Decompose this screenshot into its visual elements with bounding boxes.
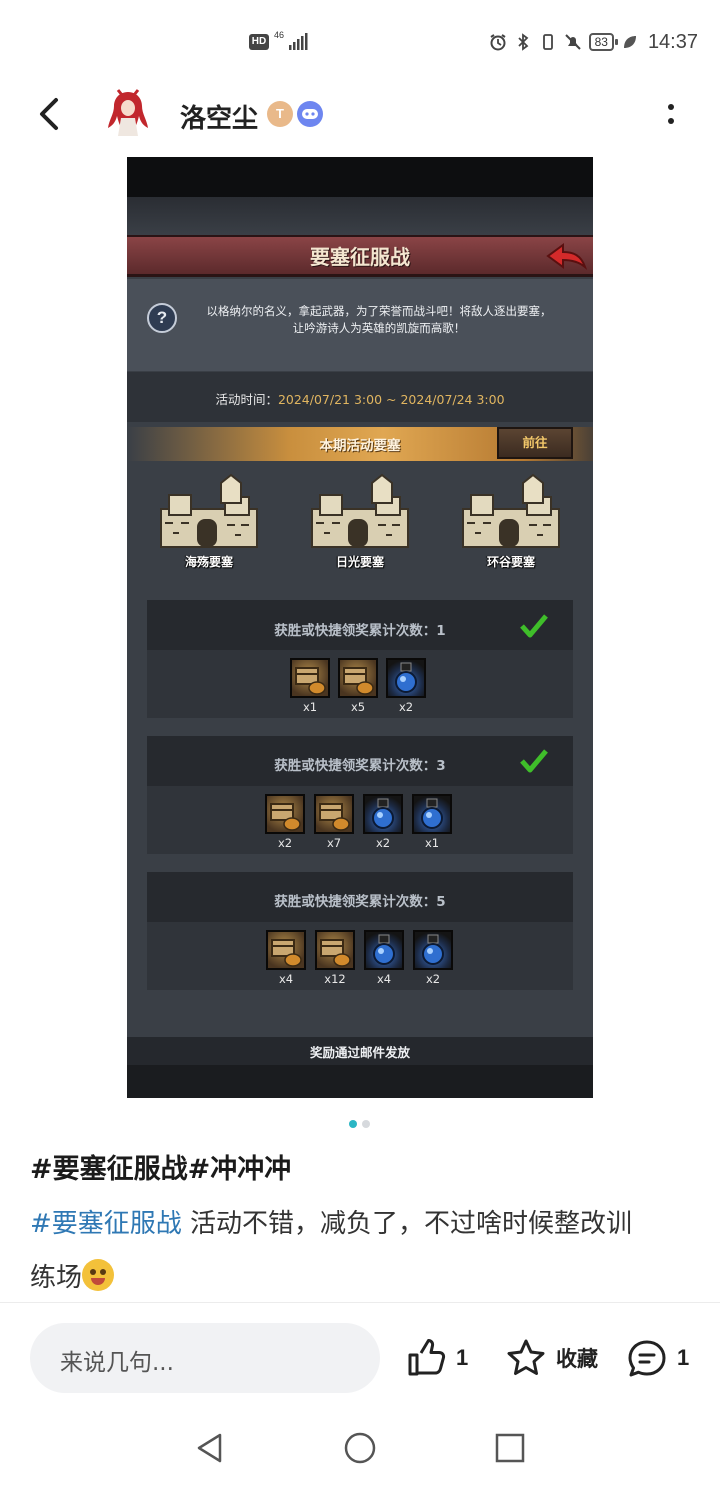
help-question-icon: ? (147, 303, 177, 333)
nav-home-icon[interactable] (342, 1430, 378, 1466)
alarm-icon (490, 34, 506, 51)
comment-count: 1 (677, 1345, 690, 1370)
post-body: #要塞征服战 活动不错，减负了，不过啥时候整改训 练场 (30, 1197, 690, 1305)
potion-item-icon (386, 658, 426, 698)
fortress-name-2: 日光要塞 (335, 555, 384, 569)
game-controller-icon (297, 101, 323, 127)
item-quantity: x7 (326, 836, 342, 850)
network-type: 46 (274, 30, 285, 40)
chest-item-icon (315, 930, 355, 970)
item-quantity: x2 (277, 836, 293, 850)
item-quantity: x4 (278, 972, 294, 986)
game-title: 要塞征服战 (310, 245, 410, 269)
item-quantity: x2 (425, 972, 441, 986)
vibrate-icon (542, 34, 553, 50)
potion-item-icon (412, 794, 452, 834)
favorite-button[interactable]: 收藏 (504, 1333, 598, 1383)
image-top-gradient (127, 197, 593, 235)
chest-item-icon (266, 930, 306, 970)
fortress-image (160, 473, 258, 548)
fortress-name-3: 环谷要塞 (486, 555, 535, 569)
event-time: 活动时间：2024/07/21 3:00 ~ 2024/07/24 3:00 (127, 389, 593, 408)
item-quantity: x1 (424, 836, 440, 850)
event-time-value: 2024/07/21 3:00 ~ 2024/07/24 3:00 (277, 392, 505, 407)
comment-button[interactable]: 1 (625, 1333, 689, 1383)
post-title: #要塞征服战#冲冲冲 (30, 1154, 292, 1185)
status-bar: HD 46 83 14:37 (0, 0, 720, 84)
post-body-text-2: 练场 (30, 1263, 83, 1293)
item-quantity: x4 (376, 972, 392, 986)
item-quantity: x12 (324, 972, 346, 986)
potion-item-icon (364, 930, 404, 970)
system-nav-bar (0, 1410, 720, 1485)
battery-indicator: 83 (588, 33, 619, 51)
game-description: 以格纳尔的名义，拿起武器，为了荣誉而战斗吧！将敌人逐出要塞， 让吟游诗人为英雄的… (206, 304, 552, 335)
potion-item-icon (363, 794, 403, 834)
reward-tier-title: 获胜或快捷领奖累计次数：1 (274, 623, 446, 639)
post-body-text: 活动不错，减负了，不过啥时候整改训 (181, 1209, 633, 1239)
check-icon (520, 749, 548, 773)
chest-item-icon (290, 658, 330, 698)
fortress-image (311, 473, 409, 548)
level-badge: T (267, 101, 293, 127)
image-top-band (127, 157, 593, 197)
fortress-section-title: 本期活动要塞 (319, 438, 401, 454)
thumbs-up-icon (408, 1339, 446, 1376)
potion-item-icon (413, 930, 453, 970)
event-time-label: 活动时间： (215, 392, 278, 407)
clock: 14:37 (647, 30, 698, 53)
mute-bell-icon (564, 34, 581, 50)
check-icon (520, 614, 548, 638)
comment-placeholder: 来说几句... (60, 1350, 174, 1376)
pager-dot[interactable] (362, 1120, 370, 1128)
chest-item-icon (314, 794, 354, 834)
nav-back-icon[interactable] (192, 1430, 228, 1466)
nav-recents-icon[interactable] (492, 1430, 528, 1466)
post-image[interactable]: 要塞征服战 ? 以格纳尔的名义，拿起武器，为了荣誉而战斗吧！将敌人逐出要塞， 让… (127, 157, 593, 1098)
reward-tier-title: 获胜或快捷领奖累计次数：3 (274, 758, 446, 774)
back-arrow-icon[interactable] (34, 94, 64, 134)
comment-input[interactable]: 来说几句... (30, 1323, 380, 1393)
hd-indicator: HD (249, 34, 269, 50)
more-vertical-icon[interactable] (664, 100, 678, 130)
laughing-emoji-icon (82, 1259, 115, 1291)
pager-dot-active[interactable] (349, 1120, 357, 1128)
item-quantity: x2 (375, 836, 391, 850)
item-quantity: x1 (302, 700, 318, 714)
topic-tag-link[interactable]: #要塞征服战 (30, 1209, 182, 1239)
like-count: 1 (456, 1345, 469, 1370)
comment-bubble-icon (628, 1340, 666, 1377)
goto-button: 前往 (497, 427, 573, 459)
game-return-arrow-icon (546, 243, 588, 271)
item-quantity: x5 (350, 700, 366, 714)
signal-icon (289, 33, 308, 50)
reward-mail-note: 奖励通过邮件发放 (309, 1045, 410, 1060)
username[interactable]: 洛空尘 (180, 98, 258, 135)
chest-item-icon (338, 658, 378, 698)
item-quantity: x2 (398, 700, 414, 714)
star-icon (507, 1339, 545, 1375)
like-button[interactable]: 1 (404, 1333, 468, 1383)
divider (0, 1302, 720, 1303)
chest-item-icon (265, 794, 305, 834)
leaf-icon (623, 36, 636, 48)
fortress-image (462, 473, 560, 548)
post-header: 洛空尘 T (0, 84, 720, 144)
fortress-name-1: 海殇要塞 (184, 555, 233, 569)
image-bottom-band (127, 1065, 593, 1098)
reward-tier-title: 获胜或快捷领奖累计次数：5 (274, 894, 446, 910)
favorite-label: 收藏 (556, 1347, 598, 1371)
avatar[interactable] (104, 88, 152, 140)
bluetooth-icon (517, 33, 528, 51)
